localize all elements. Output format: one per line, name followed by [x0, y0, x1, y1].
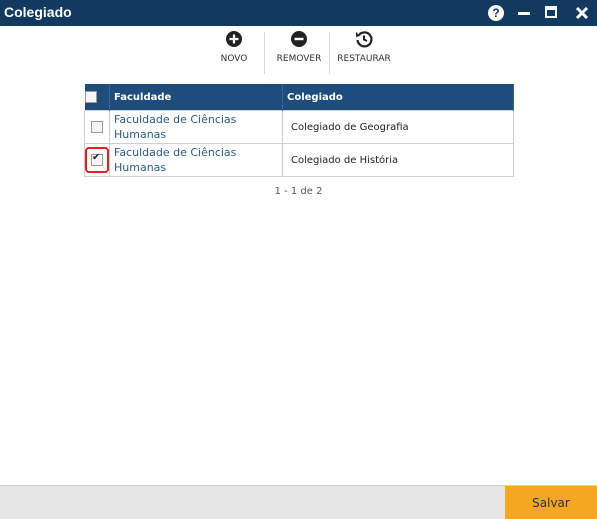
save-button[interactable]: Salvar	[505, 486, 597, 519]
faculdade-link[interactable]: Faculdade de Ciências Humanas	[114, 146, 236, 174]
novo-label: NOVO	[220, 54, 248, 64]
minus-circle-icon	[290, 30, 308, 48]
history-icon	[355, 30, 373, 48]
maximize-icon[interactable]	[545, 6, 557, 18]
faculdade-cell: Faculdade de Ciências Humanas	[109, 143, 283, 177]
colegiado-cell: Colegiado de Geografia	[282, 110, 514, 144]
restaurar-label: RESTAURAR	[337, 54, 391, 64]
row-checkbox[interactable]	[91, 121, 103, 133]
checkbox-highlight	[85, 147, 109, 173]
table-header-row: Faculdade Colegiado	[84, 84, 514, 111]
toolbar-divider	[329, 32, 330, 74]
plus-circle-icon	[225, 30, 243, 48]
faculdade-cell: Faculdade de Ciências Humanas	[109, 110, 283, 144]
remover-button[interactable]: REMOVER	[272, 30, 326, 64]
faculdade-link[interactable]: Faculdade de Ciências Humanas	[114, 113, 236, 141]
help-icon[interactable]: ?	[488, 5, 504, 21]
restaurar-button[interactable]: RESTAURAR	[334, 30, 394, 64]
novo-button[interactable]: NOVO	[214, 30, 254, 64]
column-header-colegiado[interactable]: Colegiado	[282, 84, 514, 111]
toolbar: NOVO REMOVER RESTAURAR	[0, 30, 597, 76]
row-checkbox-checked[interactable]	[91, 152, 103, 166]
table-row[interactable]: Faculdade de Ciências Humanas Colegiado …	[84, 110, 514, 144]
row-checkbox-cell	[84, 110, 110, 144]
remover-label: REMOVER	[276, 54, 322, 64]
select-all-checkbox[interactable]	[84, 91, 97, 103]
window-title: Colegiado	[4, 4, 72, 20]
row-checkbox-cell	[84, 143, 110, 177]
minimize-icon[interactable]	[518, 5, 530, 21]
column-header-faculdade[interactable]: Faculdade	[109, 84, 283, 111]
colegiado-cell: Colegiado de História	[282, 143, 514, 177]
footer-bar: Salvar	[0, 485, 597, 519]
pagination-info: 1 - 1 de 2	[274, 186, 323, 197]
colegiado-table: Faculdade Colegiado Faculdade de Ciência…	[84, 84, 514, 177]
toolbar-divider	[264, 32, 265, 74]
window-titlebar: Colegiado ?	[0, 0, 597, 26]
close-icon[interactable]	[575, 5, 589, 21]
table-row[interactable]: Faculdade de Ciências Humanas Colegiado …	[84, 143, 514, 177]
select-all-cell	[84, 84, 110, 111]
